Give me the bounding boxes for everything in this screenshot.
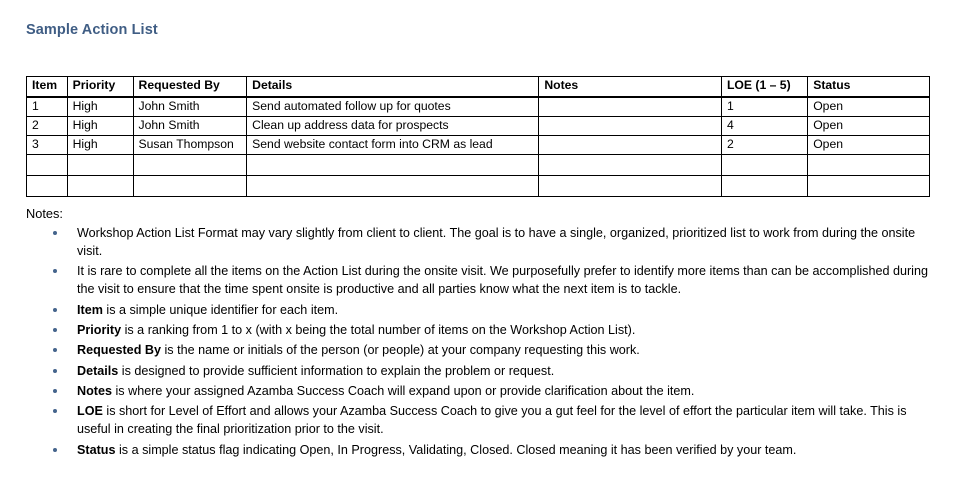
- cell-priority: [66, 154, 134, 176]
- note-lead-term: Details: [77, 363, 119, 378]
- cell-details: Send website contact form into CRM as le…: [246, 135, 540, 155]
- bullet-icon: [53, 348, 57, 353]
- column-header-status: Status: [807, 76, 930, 98]
- cell-item: 2: [26, 116, 68, 136]
- cell-loe: 2: [720, 135, 809, 155]
- cell-priority: High: [66, 135, 134, 155]
- cell-loe: [720, 154, 809, 176]
- cell-requested-by: John Smith: [132, 96, 248, 117]
- cell-details: [246, 175, 540, 197]
- bullet-icon: [53, 409, 57, 414]
- column-header-item: Item: [26, 76, 68, 98]
- cell-requested-by: John Smith: [132, 116, 248, 136]
- list-item: Requested By is the name or initials of …: [26, 342, 931, 360]
- list-item: Notes is where your assigned Azamba Succ…: [26, 383, 931, 401]
- bullet-icon: [53, 307, 57, 312]
- cell-priority: High: [66, 116, 134, 136]
- note-text: is a simple status flag indicating Open,…: [115, 442, 797, 457]
- cell-details: Clean up address data for prospects: [246, 116, 540, 136]
- notes-section: Notes: Workshop Action List Format may v…: [26, 206, 931, 462]
- column-header-priority: Priority: [66, 76, 134, 98]
- bullet-icon: [53, 327, 57, 332]
- list-item: Item is a simple unique identifier for e…: [26, 302, 931, 320]
- cell-loe: 4: [720, 116, 809, 136]
- table-row-empty: [26, 175, 930, 197]
- note-lead-term: Requested By: [77, 343, 161, 358]
- list-item: Workshop Action List Format may vary sli…: [26, 225, 931, 261]
- bullet-icon: [53, 447, 57, 452]
- column-header-details: Details: [246, 76, 540, 98]
- column-header-notes: Notes: [538, 76, 722, 98]
- cell-status: Open: [807, 116, 930, 136]
- cell-priority: High: [66, 96, 134, 117]
- note-text: is a simple unique identifier for each i…: [102, 302, 339, 317]
- note-text: Workshop Action List Format may vary sli…: [77, 226, 916, 258]
- bullet-icon: [53, 269, 57, 274]
- list-item: LOE is short for Level of Effort and all…: [26, 403, 931, 439]
- note-text: is the name or initials of the person (o…: [160, 343, 640, 358]
- cell-item: [26, 154, 68, 176]
- cell-notes: [538, 175, 722, 197]
- bullet-icon: [53, 368, 57, 373]
- cell-priority: [66, 175, 134, 197]
- note-lead-term: Status: [77, 442, 116, 457]
- cell-loe: [720, 175, 809, 197]
- cell-details: Send automated follow up for quotes: [246, 96, 540, 117]
- cell-notes: [538, 116, 722, 136]
- cell-status: Open: [807, 96, 930, 117]
- table-body: 1 High John Smith Send automated follow …: [26, 96, 930, 197]
- cell-item: 1: [26, 96, 68, 117]
- column-header-requested-by: Requested By: [132, 76, 248, 98]
- cell-details: [246, 154, 540, 176]
- note-text: is designed to provide sufficient inform…: [118, 363, 555, 378]
- list-item: Status is a simple status flag indicatin…: [26, 442, 931, 460]
- cell-notes: [538, 154, 722, 176]
- note-lead-term: Priority: [77, 322, 122, 337]
- note-text: is short for Level of Effort and allows …: [77, 404, 907, 437]
- page-title: Sample Action List: [26, 22, 158, 38]
- note-lead-term: Item: [77, 302, 103, 317]
- cell-item: 3: [26, 135, 68, 155]
- table-header-row: Item Priority Requested By Details Notes…: [26, 76, 930, 98]
- table-row: 1 High John Smith Send automated follow …: [26, 96, 930, 117]
- cell-requested-by: [132, 154, 248, 176]
- bullet-icon: [53, 231, 57, 235]
- cell-notes: [538, 135, 722, 155]
- note-lead-term: LOE: [77, 404, 103, 419]
- note-text: It is rare to complete all the items on …: [77, 264, 928, 297]
- table-row: 2 High John Smith Clean up address data …: [26, 116, 930, 136]
- table-row-empty: [26, 154, 930, 176]
- list-item: Details is designed to provide sufficien…: [26, 363, 931, 381]
- cell-notes: [538, 96, 722, 117]
- cell-item: [26, 175, 68, 197]
- action-list-table: Item Priority Requested By Details Notes…: [26, 76, 930, 197]
- cell-requested-by: Susan Thompson: [132, 135, 248, 155]
- cell-loe: 1: [720, 96, 809, 117]
- bullet-icon: [53, 389, 57, 393]
- cell-status: Open: [807, 135, 930, 155]
- notes-list: Workshop Action List Format may vary sli…: [26, 225, 931, 460]
- notes-label: Notes:: [26, 206, 63, 221]
- cell-status: [807, 175, 930, 197]
- table-row: 3 High Susan Thompson Send website conta…: [26, 135, 930, 155]
- column-header-loe: LOE (1 – 5): [720, 76, 809, 98]
- cell-requested-by: [132, 175, 248, 197]
- note-lead-term: Notes: [77, 384, 112, 398]
- note-text: is a ranking from 1 to x (with x being t…: [121, 322, 636, 337]
- list-item: It is rare to complete all the items on …: [26, 263, 931, 299]
- note-text: is where your assigned Azamba Success Co…: [112, 384, 695, 398]
- cell-status: [807, 154, 930, 176]
- list-item: Priority is a ranking from 1 to x (with …: [26, 322, 931, 340]
